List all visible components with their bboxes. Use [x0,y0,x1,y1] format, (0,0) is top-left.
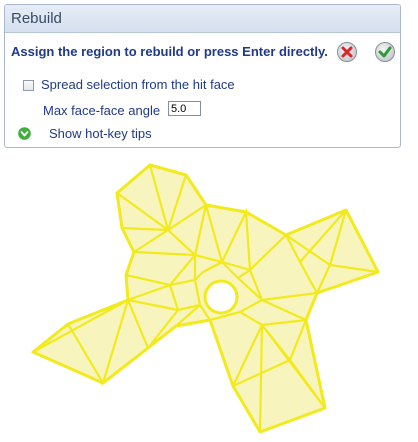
cancel-x-icon [341,46,353,58]
panel-header [5,5,400,33]
cancel-button[interactable] [337,42,357,62]
ok-check-icon [378,46,392,58]
mesh-viewport[interactable] [0,150,418,442]
spread-selection-label: Spread selection from the hit face [41,77,235,92]
max-angle-input[interactable] [168,101,201,116]
rebuild-panel: Rebuild Assign the region to rebuild or … [4,4,401,148]
panel-title: Rebuild [11,10,62,27]
max-angle-label: Max face-face angle [43,103,161,118]
expand-chevron-icon[interactable] [18,127,31,140]
instruction-text: Assign the region to rebuild or press En… [11,44,328,59]
ok-button[interactable] [375,42,395,62]
show-hotkey-tips-link[interactable]: Show hot-key tips [49,126,152,141]
spread-selection-checkbox[interactable] [23,80,34,91]
